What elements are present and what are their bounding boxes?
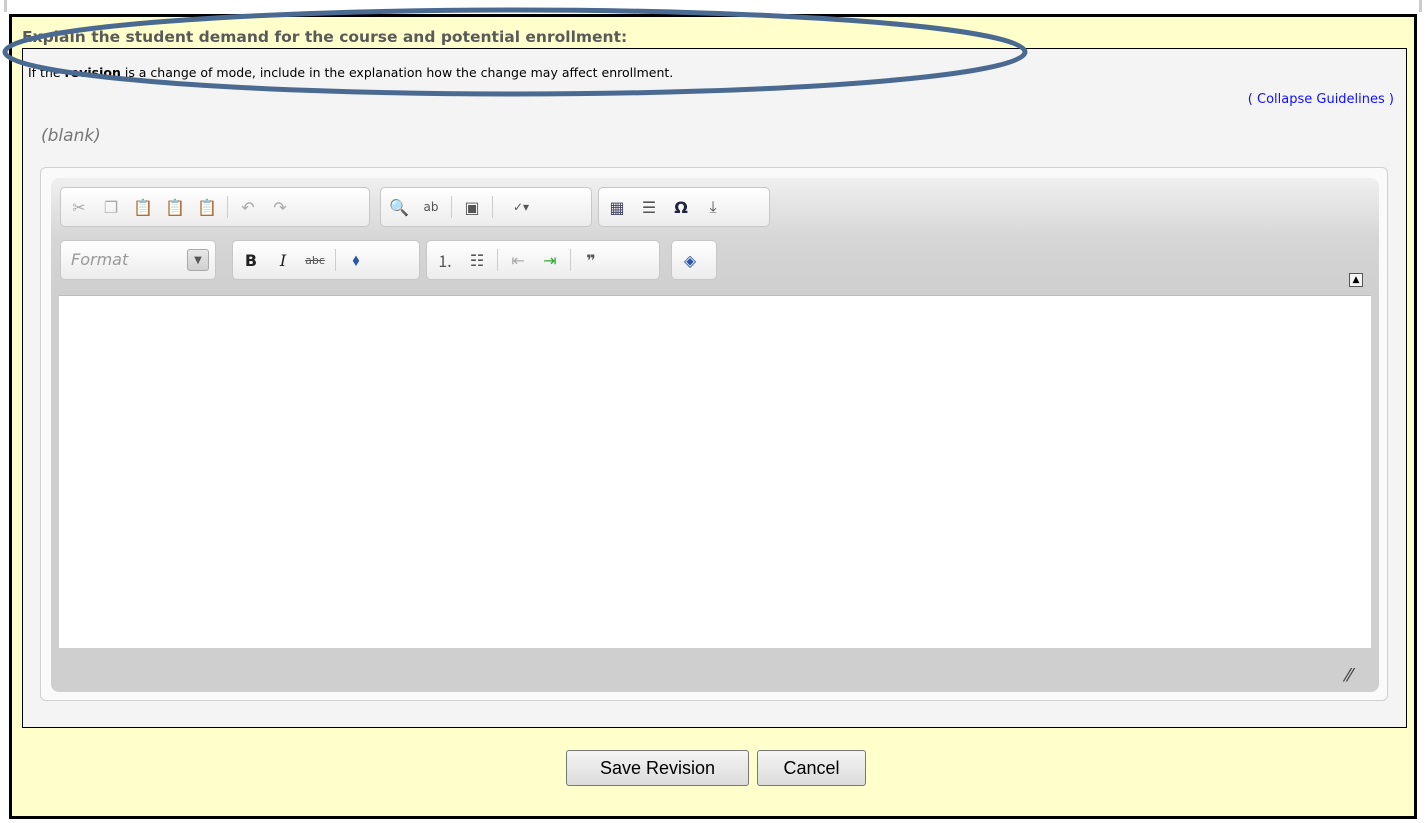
replace-icon[interactable]: ab xyxy=(419,195,443,219)
horizontal-line-icon[interactable]: ☰ xyxy=(637,195,661,219)
remove-format-icon[interactable]: ⬧ xyxy=(344,248,368,272)
bold-icon[interactable]: B xyxy=(239,248,263,272)
basic-style-toolgroup: B I abc ⬧ xyxy=(232,240,420,280)
chevron-down-icon[interactable]: ▼ xyxy=(187,249,209,271)
highlight-ellipse-ring xyxy=(2,7,1028,97)
toolbar-separator xyxy=(570,249,571,271)
select-all-icon[interactable]: ▣ xyxy=(460,195,484,219)
paragraph-toolgroup: ⒈ ☷ ⇤ ⇥ ❞ xyxy=(426,240,660,280)
spellcheck-icon[interactable]: ✓▾ xyxy=(501,195,541,219)
format-label: Format xyxy=(71,250,129,269)
bulleted-list-icon[interactable]: ☷ xyxy=(465,248,489,272)
find-icon[interactable]: 🔍 xyxy=(387,195,411,219)
paste-word-icon[interactable]: 📋 xyxy=(195,195,219,219)
outdent-icon[interactable]: ⇤ xyxy=(506,248,530,272)
undo-icon[interactable]: ↶ xyxy=(236,195,260,219)
maximize-icon[interactable]: ◈ xyxy=(678,248,702,272)
save-revision-button[interactable]: Save Revision xyxy=(566,750,749,786)
copy-icon[interactable]: ❐ xyxy=(99,195,123,219)
toolbar-separator xyxy=(227,196,228,218)
collapse-toolbar-button[interactable]: ▲ xyxy=(1349,273,1363,287)
toolbar-separator xyxy=(492,196,493,218)
resize-handle-icon[interactable]: ⁄⁄ xyxy=(1346,665,1352,686)
collapse-guidelines-link[interactable]: ( Collapse Guidelines ) xyxy=(1248,92,1394,107)
insert-toolgroup: ▦ ☰ Ω ⤓ xyxy=(598,187,770,227)
current-value: (blank) xyxy=(41,126,101,146)
redo-icon[interactable]: ↷ xyxy=(268,195,292,219)
strikethrough-icon[interactable]: abc xyxy=(303,248,327,272)
toolbar-separator xyxy=(335,249,336,271)
italic-icon[interactable]: I xyxy=(271,248,295,272)
highlight-ellipse xyxy=(2,7,1028,97)
toolbar-separator xyxy=(497,249,498,271)
editing-toolgroup: 🔍 ab ▣ ✓▾ xyxy=(380,187,592,227)
cut-icon[interactable]: ✂ xyxy=(67,195,91,219)
page-break-icon[interactable]: ⤓ xyxy=(701,195,725,219)
maximize-toolgroup: ◈ xyxy=(671,240,717,280)
paste-icon[interactable]: 📋 xyxy=(131,195,155,219)
paste-text-icon[interactable]: 📋 xyxy=(163,195,187,219)
clipboard-toolgroup: ✂ ❐ 📋 📋 📋 ↶ ↷ xyxy=(60,187,370,227)
format-dropdown[interactable]: Format ▼ xyxy=(60,240,216,280)
page-edge-marker xyxy=(1419,0,1422,12)
special-character-icon[interactable]: Ω xyxy=(669,195,693,219)
table-icon[interactable]: ▦ xyxy=(605,195,629,219)
cancel-button[interactable]: Cancel xyxy=(757,750,866,786)
blockquote-icon[interactable]: ❞ xyxy=(579,248,603,272)
numbered-list-icon[interactable]: ⒈ xyxy=(433,248,457,272)
editor-content-area[interactable] xyxy=(59,295,1371,648)
indent-icon[interactable]: ⇥ xyxy=(538,248,562,272)
toolbar-separator xyxy=(451,196,452,218)
